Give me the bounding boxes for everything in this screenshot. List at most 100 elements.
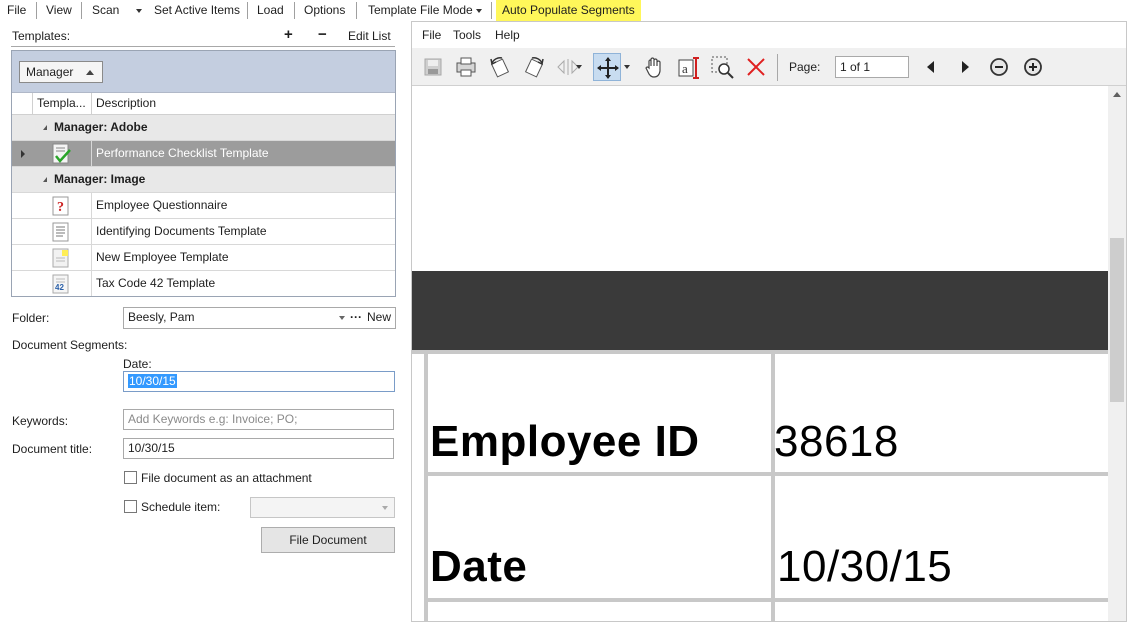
current-row-arrow-icon	[21, 150, 25, 158]
viewer-menu-file[interactable]: File	[422, 22, 441, 48]
group-row-image[interactable]: Manager: Image	[12, 167, 395, 193]
collapse-icon	[43, 125, 47, 130]
date-segment-value: 10/30/15	[128, 374, 177, 388]
menu-scan[interactable]: Scan	[92, 0, 119, 21]
zoom-region-icon[interactable]	[708, 53, 736, 81]
template-icon-cell: 42	[32, 271, 92, 296]
scrollbar-thumb[interactable]	[1110, 238, 1124, 402]
document-viewer: File Tools Help a Page: 1 of 1 Employee …	[411, 21, 1127, 622]
chevron-down-icon	[576, 65, 582, 69]
delete-icon[interactable]	[742, 53, 770, 81]
template-description: Identifying Documents Template	[96, 224, 267, 238]
table-row[interactable]: Identifying Documents Template	[12, 219, 395, 245]
viewer-menubar: File Tools Help	[412, 22, 1126, 48]
toolbar-separator	[777, 54, 778, 81]
auto-populate-segments-button[interactable]: Auto Populate Segments	[496, 0, 641, 21]
remove-template-button[interactable]: −	[318, 26, 327, 43]
zoom-in-icon[interactable]	[1019, 53, 1047, 81]
document-title-input[interactable]: 10/30/15	[123, 438, 394, 459]
chevron-down-icon	[339, 316, 345, 320]
attach-label[interactable]: File document as an attachment	[141, 471, 312, 485]
template-icon-cell: ?	[32, 193, 92, 219]
group-by-zone: Manager	[12, 51, 395, 93]
row-indicator	[12, 271, 32, 296]
viewer-menu-tools[interactable]: Tools	[453, 22, 481, 48]
scroll-up-icon[interactable]	[1113, 92, 1121, 97]
table-row[interactable]: ? Employee Questionnaire	[12, 193, 395, 219]
collapse-icon	[43, 177, 47, 182]
menu-set-active-items[interactable]: Set Active Items	[154, 0, 240, 21]
folder-value: Beesly, Pam	[128, 310, 195, 324]
viewer-menu-help[interactable]: Help	[495, 22, 520, 48]
file-document-button[interactable]: File Document	[261, 527, 395, 553]
employee-id-label: Employee ID	[430, 417, 700, 466]
menu-options[interactable]: Options	[304, 0, 345, 21]
new-folder-button[interactable]: New	[367, 308, 391, 327]
menu-separator	[294, 2, 295, 19]
table-row[interactable]: Performance Checklist Template	[12, 141, 395, 167]
menu-separator	[491, 2, 492, 19]
next-page-icon[interactable]	[951, 53, 979, 81]
templates-label: Templates:	[12, 29, 71, 43]
keywords-input[interactable]: Add Keywords e.g: Invoice; PO;	[123, 409, 394, 430]
employee-id-value: 38618	[774, 417, 899, 466]
menu-template-file-mode[interactable]: Template File Mode	[368, 0, 482, 21]
keywords-placeholder: Add Keywords e.g: Invoice; PO;	[128, 412, 298, 426]
vertical-scrollbar[interactable]	[1108, 86, 1126, 621]
rotate-right-icon[interactable]	[520, 53, 548, 81]
menu-file[interactable]: File	[7, 0, 26, 21]
note-icon	[52, 248, 70, 268]
table-row[interactable]: 42 Tax Code 42 Template	[12, 271, 395, 296]
group-by-manager-chip[interactable]: Manager	[19, 61, 103, 83]
save-icon[interactable]	[419, 53, 447, 81]
page-number-input[interactable]: 1 of 1	[835, 56, 909, 78]
group-title: Manager: Adobe	[54, 120, 148, 134]
menu-load[interactable]: Load	[257, 0, 284, 21]
attach-checkbox[interactable]	[124, 471, 137, 484]
move-dropdown[interactable]	[622, 53, 632, 81]
scan-dropdown-button[interactable]	[133, 0, 142, 21]
hand-tool-icon[interactable]	[640, 53, 668, 81]
template-description: New Employee Template	[96, 250, 229, 264]
fit-width-dropdown[interactable]	[574, 53, 584, 81]
group-title: Manager: Image	[54, 172, 146, 186]
document-title-value: 10/30/15	[128, 441, 175, 455]
template-description: Performance Checklist Template	[96, 146, 269, 160]
table-row[interactable]: New Employee Template	[12, 245, 395, 271]
document-title-label: Document title:	[12, 442, 93, 456]
table-rule	[428, 472, 1108, 476]
print-icon[interactable]	[452, 53, 480, 81]
templates-grid: Manager Templa... Description Manager: A…	[11, 50, 396, 297]
table-rule	[424, 354, 428, 621]
date-label: Date	[430, 542, 528, 591]
question-icon: ?	[52, 196, 70, 216]
schedule-date-select[interactable]	[250, 497, 395, 518]
add-template-button[interactable]: +	[284, 26, 293, 43]
edit-list-button[interactable]: Edit List	[348, 29, 391, 43]
column-header-template[interactable]: Templa...	[32, 93, 92, 115]
rotate-left-icon[interactable]	[486, 53, 514, 81]
checklist-icon	[52, 143, 72, 165]
column-header-description[interactable]: Description	[92, 93, 392, 115]
group-row-adobe[interactable]: Manager: Adobe	[12, 115, 395, 141]
folder-select[interactable]: Beesly, Pam ··· New	[123, 307, 396, 329]
document-page[interactable]: Employee ID 38618 Date 10/30/15	[412, 86, 1108, 621]
menu-separator	[356, 2, 357, 19]
date-segment-input[interactable]: 10/30/15	[123, 371, 395, 392]
pan-move-icon[interactable]	[593, 53, 621, 81]
text-select-icon[interactable]: a	[674, 53, 702, 81]
tax-form-badge: 42	[55, 283, 64, 292]
browse-folder-button[interactable]: ···	[350, 308, 362, 327]
row-indicator	[12, 245, 32, 271]
folder-label: Folder:	[12, 311, 50, 325]
tax-form-icon: 42	[52, 274, 70, 294]
table-rule	[771, 354, 775, 621]
schedule-label[interactable]: Schedule item:	[141, 500, 220, 514]
zoom-out-icon[interactable]	[985, 53, 1013, 81]
chevron-down-icon	[136, 8, 142, 13]
menu-view[interactable]: View	[46, 0, 72, 21]
schedule-checkbox[interactable]	[124, 500, 137, 513]
table-rule	[412, 350, 1108, 354]
date-segment-label: Date:	[123, 357, 152, 371]
previous-page-icon[interactable]	[917, 53, 945, 81]
